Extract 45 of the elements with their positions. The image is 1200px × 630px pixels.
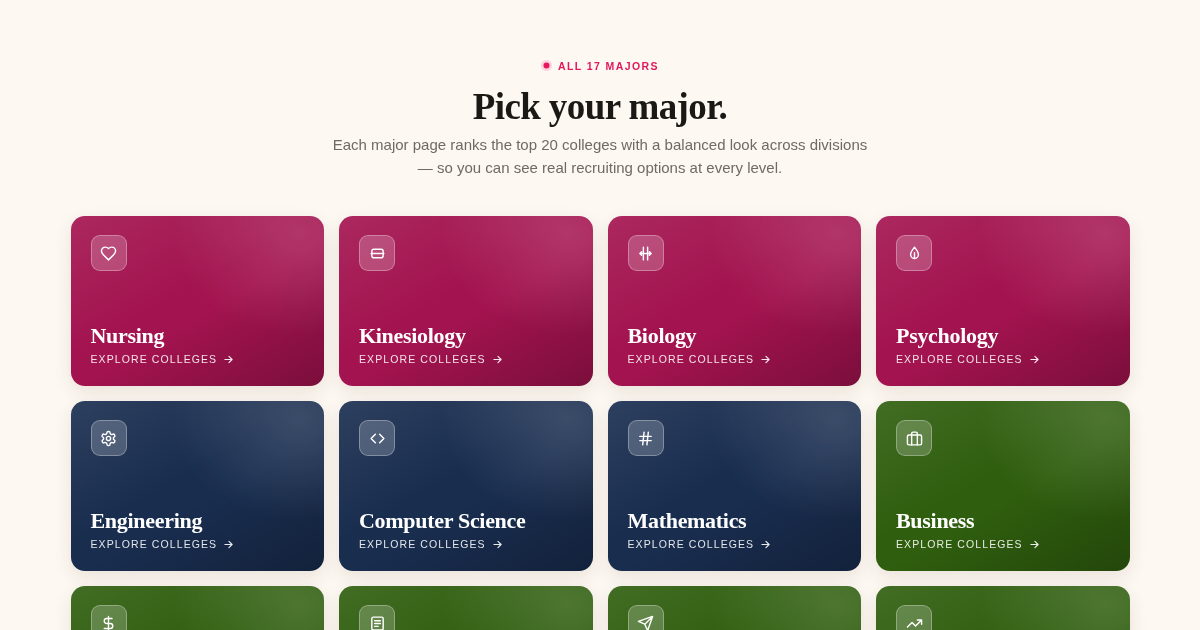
briefcase-icon bbox=[896, 420, 932, 456]
card-title: Biology bbox=[627, 323, 698, 349]
major-card[interactable]: Computer Science EXPLORE COLLEGES bbox=[339, 401, 593, 571]
dot-icon bbox=[541, 60, 553, 71]
section-eyebrow: ALL 17 MAJORS bbox=[558, 58, 659, 73]
dollar-icon bbox=[90, 605, 127, 630]
bars-arrows-icon bbox=[627, 235, 664, 271]
explore-label: EXPLORE COLLEGES bbox=[90, 537, 218, 551]
major-card[interactable]: Psychology EXPLORE COLLEGES bbox=[876, 216, 1130, 386]
card-title: Nursing bbox=[90, 323, 166, 349]
code-icon bbox=[359, 420, 395, 456]
major-card[interactable]: Kinesiology EXPLORE COLLEGES bbox=[339, 216, 593, 386]
arrow-right-icon bbox=[1029, 354, 1039, 364]
split-rectangle-icon bbox=[359, 235, 395, 271]
card-title: Psychology bbox=[896, 323, 1000, 349]
gear-icon bbox=[90, 420, 127, 456]
card-title: Business bbox=[896, 508, 976, 534]
paper-plane-icon bbox=[627, 605, 664, 630]
explore-label: EXPLORE COLLEGES bbox=[359, 352, 486, 366]
major-card[interactable]: Biology EXPLORE COLLEGES bbox=[607, 216, 861, 386]
arrow-right-icon bbox=[761, 354, 771, 364]
section-title: Pick your major. bbox=[471, 85, 729, 129]
explore-label: EXPLORE COLLEGES bbox=[627, 537, 755, 551]
explore-label: EXPLORE COLLEGES bbox=[627, 352, 755, 366]
hash-icon bbox=[627, 420, 664, 456]
drop-icon bbox=[896, 235, 932, 271]
card-title: Engineering bbox=[90, 508, 204, 534]
explore-label: EXPLORE COLLEGES bbox=[359, 537, 486, 551]
card-title: Kinesiology bbox=[359, 323, 467, 349]
arrow-right-icon bbox=[492, 354, 502, 364]
section-description: Each major page ranks the top 20 colleges with a balanced look across divisions — so you can see real recruiting options at every level. bbox=[331, 135, 869, 178]
arrow-right-icon bbox=[224, 354, 234, 364]
card-title: Computer Science bbox=[359, 508, 527, 534]
arrow-right-icon bbox=[224, 539, 234, 549]
explore-label: EXPLORE COLLEGES bbox=[896, 537, 1023, 551]
arrow-right-icon bbox=[492, 539, 502, 549]
major-card[interactable]: Nursing EXPLORE COLLEGES bbox=[70, 216, 324, 386]
explore-label: EXPLORE COLLEGES bbox=[896, 352, 1023, 366]
major-card[interactable]: Business EXPLORE COLLEGES bbox=[876, 401, 1130, 571]
major-card[interactable]: Engineering EXPLORE COLLEGES bbox=[70, 401, 324, 571]
arrow-right-icon bbox=[761, 539, 771, 549]
explore-label: EXPLORE COLLEGES bbox=[90, 352, 218, 366]
arrow-right-icon bbox=[1029, 539, 1039, 549]
card-title: Mathematics bbox=[627, 508, 748, 534]
major-card[interactable]: Mathematics EXPLORE COLLEGES bbox=[607, 401, 861, 571]
